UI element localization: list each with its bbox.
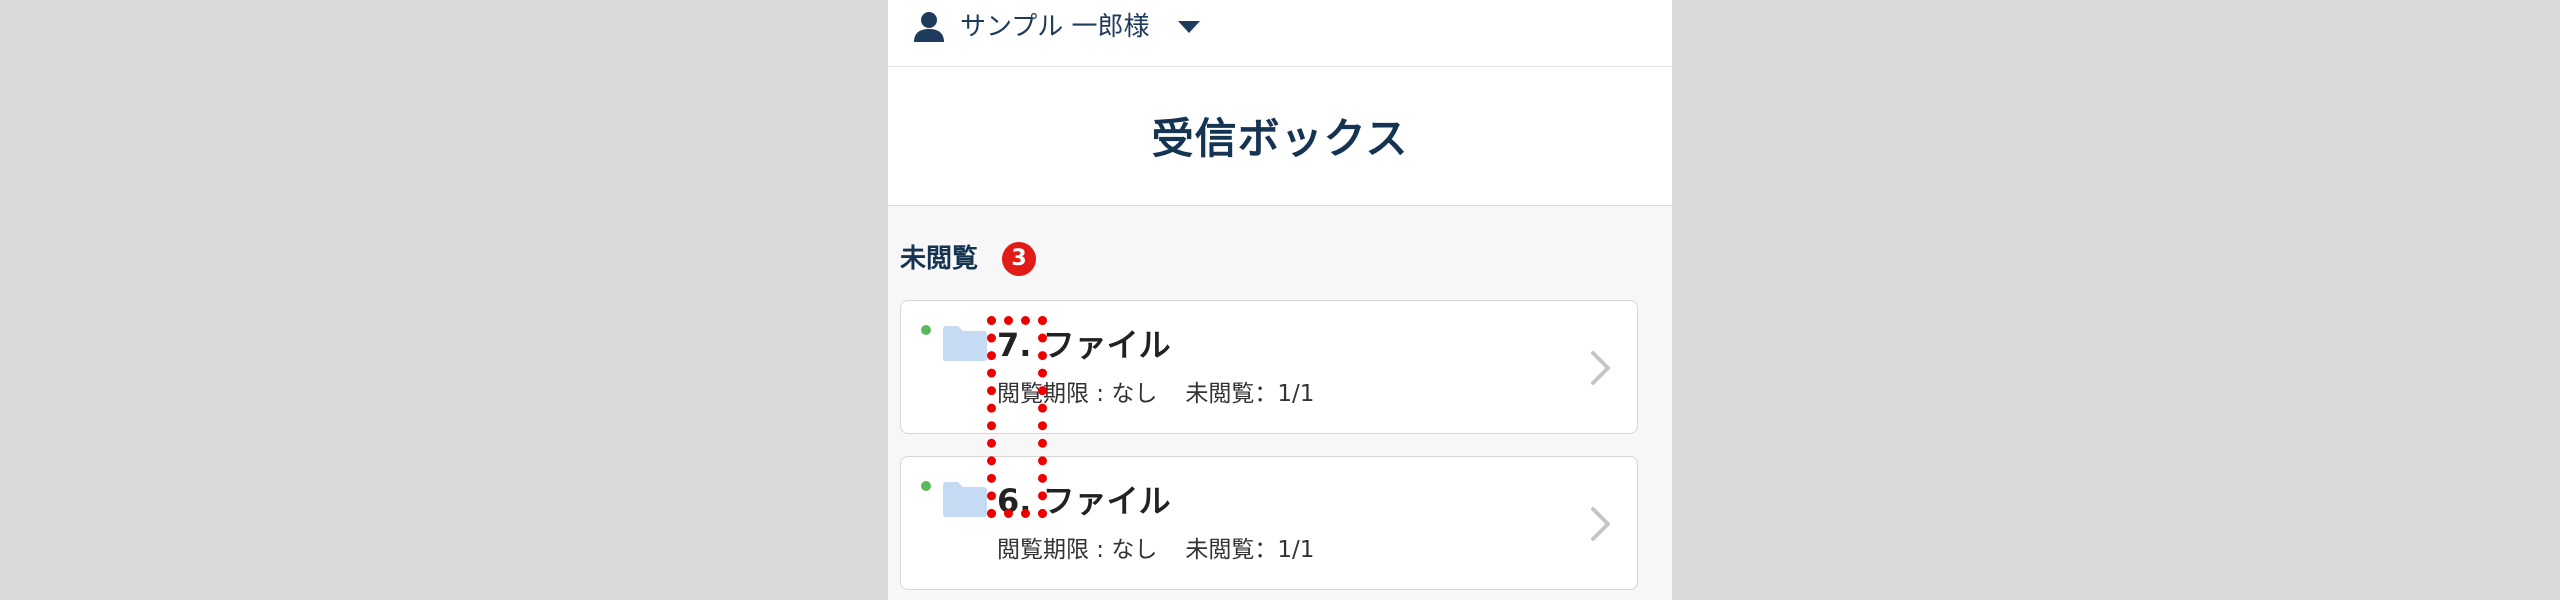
folder-icon	[943, 482, 987, 517]
page-title: 受信ボックス	[1151, 114, 1409, 163]
folder-icon	[943, 326, 987, 361]
user-icon	[914, 12, 944, 42]
caret-down-icon[interactable]	[1177, 20, 1201, 34]
chevron-right-icon[interactable]	[1589, 349, 1613, 387]
unread-section-label: 未閲覧	[900, 244, 979, 274]
chevron-right-icon[interactable]	[1589, 505, 1613, 543]
top-bar: サンプル 一郎様	[888, 0, 1672, 67]
highlight-annotation-box	[987, 316, 1047, 518]
item-unread-count: 未閲覧：1/1	[1185, 381, 1315, 407]
item-deadline: 閲覧期限 : なし	[997, 537, 1158, 563]
user-menu-button[interactable]: サンプル 一郎様	[960, 10, 1150, 44]
unread-count-badge: 3	[1002, 242, 1036, 276]
unread-dot-icon	[921, 481, 931, 491]
item-unread-count: 未閲覧：1/1	[1185, 537, 1315, 563]
title-area: 受信ボックス	[888, 67, 1672, 206]
item-meta: 閲覧期限 : なし 未閲覧：1/1	[997, 533, 1314, 567]
unread-dot-icon	[921, 325, 931, 335]
